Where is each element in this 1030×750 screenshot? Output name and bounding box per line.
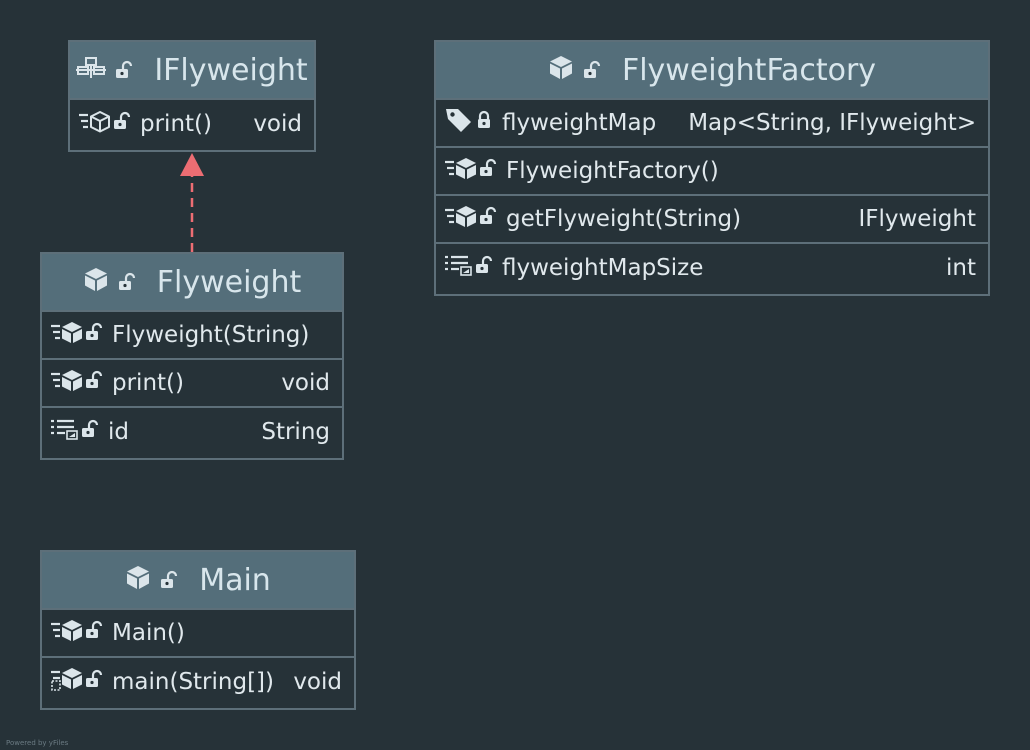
member-name: Flyweight(String) bbox=[112, 322, 310, 348]
property-icon bbox=[50, 417, 80, 447]
member-row[interactable]: Main() bbox=[42, 610, 354, 658]
class-main[interactable]: Main Main() main(String[]) void bbox=[40, 550, 356, 710]
member-name: FlyweightFactory() bbox=[506, 158, 719, 184]
member-row[interactable]: flyweightMapSize int bbox=[436, 244, 988, 292]
unlocked-icon bbox=[117, 265, 137, 300]
unlocked-icon bbox=[114, 53, 134, 88]
class-header: IFlyweight bbox=[70, 42, 314, 100]
class-flyweightfactory[interactable]: FlyweightFactory flyweightMap Map<String… bbox=[434, 40, 990, 296]
member-name: flyweightMapSize bbox=[502, 255, 704, 281]
member-row[interactable]: print() void bbox=[42, 360, 342, 408]
member-name: main(String[]) bbox=[112, 669, 274, 695]
member-name: getFlyweight(String) bbox=[506, 206, 742, 232]
class-icon bbox=[83, 265, 109, 300]
field-tag-icon bbox=[444, 106, 474, 140]
unlocked-icon bbox=[159, 563, 179, 598]
member-type: void bbox=[253, 111, 302, 137]
property-icon bbox=[444, 253, 474, 283]
class-iflyweight[interactable]: IFlyweight print() void bbox=[68, 40, 316, 152]
unlocked-icon bbox=[112, 111, 132, 137]
member-type: Map<String, IFlyweight> bbox=[688, 110, 977, 136]
powered-by-credit: Powered by yFiles bbox=[6, 739, 69, 747]
member-row[interactable]: FlyweightFactory() bbox=[436, 148, 988, 196]
member-name: Main() bbox=[112, 620, 185, 646]
member-row[interactable]: getFlyweight(String) IFlyweight bbox=[436, 196, 988, 244]
member-row[interactable]: Flyweight(String) bbox=[42, 312, 342, 360]
interface-icon bbox=[76, 53, 107, 88]
member-type: String bbox=[261, 419, 330, 445]
class-title: IFlyweight bbox=[154, 52, 308, 88]
class-header: FlyweightFactory bbox=[436, 42, 988, 100]
method-icon bbox=[50, 618, 84, 648]
unlocked-icon bbox=[84, 370, 104, 396]
member-type: int bbox=[946, 255, 976, 281]
member-type: IFlyweight bbox=[858, 206, 976, 232]
method-icon bbox=[50, 368, 84, 398]
member-type: void bbox=[293, 669, 342, 695]
member-row[interactable]: id String bbox=[42, 408, 342, 456]
locked-icon bbox=[474, 110, 494, 136]
member-name: print() bbox=[112, 370, 184, 396]
class-header: Main bbox=[42, 552, 354, 610]
realization-arrowhead bbox=[180, 153, 204, 176]
member-row[interactable]: print() void bbox=[70, 100, 314, 148]
unlocked-icon bbox=[474, 255, 494, 281]
member-row[interactable]: flyweightMap Map<String, IFlyweight> bbox=[436, 100, 988, 148]
member-name: print() bbox=[140, 111, 212, 137]
unlocked-icon bbox=[478, 206, 498, 232]
unlocked-icon bbox=[84, 322, 104, 348]
member-name: id bbox=[108, 419, 129, 445]
member-name: flyweightMap bbox=[502, 110, 657, 136]
unlocked-icon bbox=[582, 53, 602, 88]
class-title: FlyweightFactory bbox=[621, 52, 877, 88]
unlocked-icon bbox=[84, 669, 104, 695]
unlocked-icon bbox=[84, 620, 104, 646]
class-header: Flyweight bbox=[42, 254, 342, 312]
class-icon bbox=[125, 563, 151, 598]
member-row[interactable]: main(String[]) void bbox=[42, 658, 354, 706]
class-icon bbox=[548, 53, 574, 88]
method-icon bbox=[444, 156, 478, 186]
method-icon bbox=[444, 204, 478, 234]
unlocked-icon bbox=[80, 419, 100, 445]
class-title: Flyweight bbox=[156, 264, 302, 300]
class-title: Main bbox=[199, 562, 271, 598]
method-icon bbox=[50, 320, 84, 350]
unlocked-icon bbox=[478, 158, 498, 184]
class-flyweight[interactable]: Flyweight Flyweight(String) print() void… bbox=[40, 252, 344, 460]
member-type: void bbox=[281, 370, 330, 396]
abstract-method-icon bbox=[78, 109, 112, 139]
static-method-icon bbox=[50, 666, 84, 698]
